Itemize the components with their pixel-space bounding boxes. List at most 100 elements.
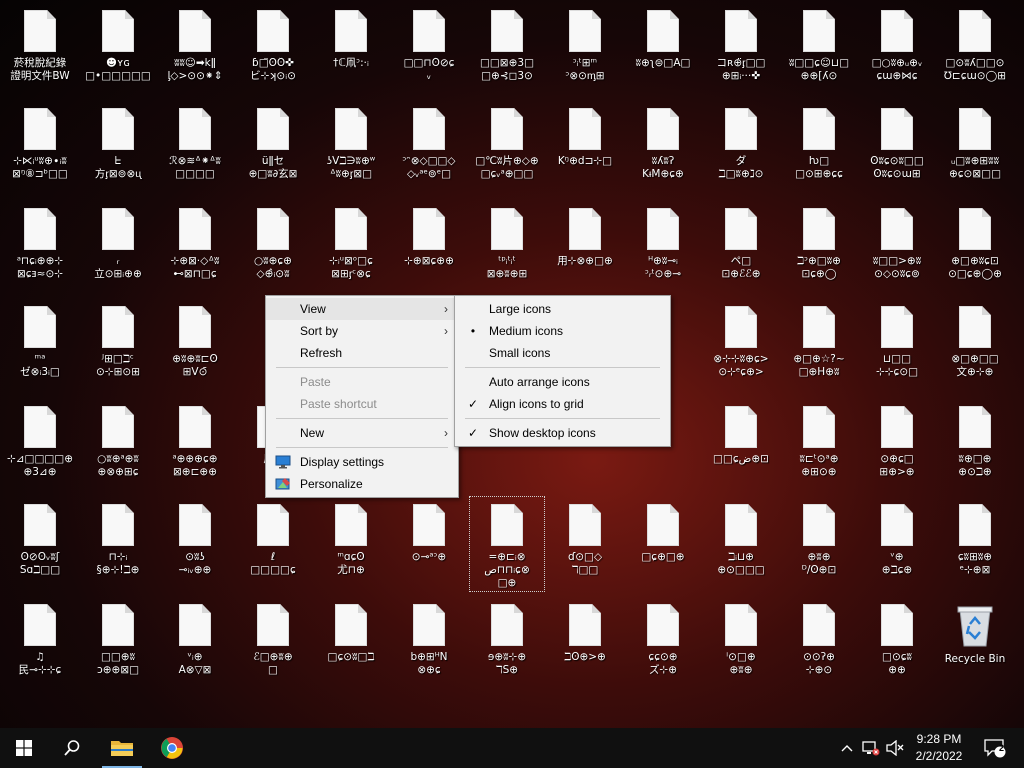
desktop-file-icon[interactable]: ᖶ 方ᶉ⊠⊚⊗ᶙ — [80, 100, 156, 196]
desktop-file-icon[interactable]: ⊹⊿□□□□⊕ ⊕3⊿⊕ — [2, 398, 78, 494]
desktop-file-icon[interactable]: ɕʬ⊞ʬ⊕ ᵉ⊹⊕⊠ — [937, 496, 1013, 592]
desktop-file-icon[interactable]: ⊕ʬ⊕ʬ⊏ʘ ⊞V⊙̄ — [157, 298, 233, 394]
desktop-file-icon[interactable]: ⁱ⊙□⊕ ⊕ʬ⊕ — [703, 596, 779, 692]
desktop-file-icon[interactable]: ᵛᵢ⊕ A⊗▽⊠ — [157, 596, 233, 692]
desktop-file-icon[interactable]: ᵐᵃ ゼ⊗ᵢ3ᵢ□ — [2, 298, 78, 394]
desktop-file-icon[interactable]: □⊙ɕʬ ⊕⊕ — [859, 596, 935, 692]
desktop-file-icon[interactable]: ʬ⊕□⊕ ⊕⊙ℶ⊕ — [937, 398, 1013, 494]
desktop-file-icon[interactable]: ○ʬ⊕ɕ⊕ ◇⊕̂ᵢ⊙ʬ — [235, 200, 311, 296]
desktop-file-icon[interactable]: ʘ⊘ʘᵥʬʃ Sɑℶ□□ — [2, 496, 78, 592]
desktop-file-icon[interactable]: ⊹⊕⊠ɕ⊕⊕ — [391, 200, 467, 296]
search-button[interactable] — [48, 728, 96, 768]
submenu-item-align-to-grid[interactable]: ✓ Align icons to grid — [455, 393, 670, 415]
desktop-file-icon[interactable]: ♫ 民⊸⊹⊹ɕ — [2, 596, 78, 692]
desktop-file-icon[interactable]: □ɕ⊙ʬ□ℶ — [313, 596, 389, 692]
menu-item-view[interactable]: View › — [266, 298, 458, 320]
desktop-file-icon[interactable]: ʬ⊕ʅ⊜□A□ — [625, 2, 701, 98]
desktop-file-icon[interactable]: ⊗□⊕□□ 文⊕⊹⊕ — [937, 298, 1013, 394]
desktop-file-icon[interactable]: ʬ□□>⊕ʬ ⊙◇⊙ʬɕ⊚ — [859, 200, 935, 296]
taskbar-clock[interactable]: 9:28 PM 2/2/2022 — [904, 731, 974, 765]
submenu-item-small-icons[interactable]: Small icons — [455, 342, 670, 364]
desktop-file-icon[interactable]: ⊹ᵢᵘ⊠ᵒ□ɕ ⊠⊞ᶉᶜ⊗ɕ — [313, 200, 389, 296]
desktop-file-icon[interactable]: ⊙⊸ᵃᵓ⊕ — [391, 496, 467, 592]
start-button[interactable] — [0, 728, 48, 768]
desktop-file-icon[interactable]: †ℂ凧ᵓ:⋅ᵢ — [313, 2, 389, 98]
desktop-file-icon[interactable]: 用⊹⊗⊕□⊕ — [547, 200, 623, 296]
desktop-file-icon[interactable]: Kᵑ⊕d⊐⊹□ — [547, 100, 623, 196]
recycle-bin-icon-item[interactable]: Recycle Bin — [937, 596, 1013, 692]
desktop-file-icon[interactable]: ⊙⊙ʔ⊕ ⊹⊕⊙ — [781, 596, 857, 692]
desktop-file-icon[interactable]: ᵤ□ʬ⊕⊞ʬʬ ⊕ɕ⊙⊠□□ — [937, 100, 1013, 196]
show-hidden-icons-button[interactable] — [836, 728, 858, 768]
desktop-file-icon[interactable]: ᵗᵖᵢᵗᵢᵗ ⊠⊕ʬ⊕⊞ — [469, 200, 545, 296]
network-button[interactable] — [860, 728, 882, 768]
desktop-file-icon[interactable]: ℶᵢ⊔⊕ ⊕⊙□□□ — [703, 496, 779, 592]
desktop-file-icon[interactable]: ƕ□ □⊙⊞⊕ɕɕ — [781, 100, 857, 196]
desktop-file-icon[interactable]: ɘ⊕ʬ⊹⊕ ℸS⊕ — [469, 596, 545, 692]
desktop-file-icon[interactable]: ⊔□□ ⊹⊹ɕ⊙□ — [859, 298, 935, 394]
desktop-file-icon[interactable]: ᵓᵔ⊗◇□□◇ ◇ᵥᵃᵉ⊚ᵉ□ — [391, 100, 467, 196]
desktop-file-icon[interactable]: ᵣ 立⊙⊞ᵢ⊕⊕ — [80, 200, 156, 296]
menu-item-personalize[interactable]: Personalize — [266, 473, 458, 495]
submenu-item-medium-icons[interactable]: • Medium icons — [455, 320, 670, 342]
desktop-file-icon[interactable]: ɗ⊙□◇ ℸ□□ — [547, 496, 623, 592]
desktop-file-icon[interactable]: ⊙⊕ɕ□ ⊞⊕>⊕ — [859, 398, 935, 494]
desktop-file-icon[interactable]: □□⊠⊕3□ □⊕⊰◻3⊙ — [469, 2, 545, 98]
desktop-file-icon[interactable]: ʬʬ☺➡kǁ ᶅ◇>⊙⊙⁕⇕ — [157, 2, 233, 98]
desktop-file-icon[interactable]: ᵃ⊕⊕⊕ɕ⊕ ⊠⊕⊏⊕⊕ — [157, 398, 233, 494]
desktop-file-icon[interactable]: □℃ʬ片⊕◇⊕ □ɕᵥᵃ⊕□□ — [469, 100, 545, 196]
desktop-file-icon[interactable]: ɕɕ⊙⊕ ズ⊹⊕ — [625, 596, 701, 692]
desktop-file-icon[interactable]: ɓ□̈ʘ̄ʘ̃✜ ビ⊹ʞ⊙ᵢ⊙ — [235, 2, 311, 98]
menu-item-display-settings[interactable]: Display settings — [266, 451, 458, 473]
taskbar-chrome[interactable] — [148, 728, 196, 768]
desktop-file-icon[interactable]: ᵃ⊓ɕᵢ⊕⊕⊹ ⊠ɕⱻ≈⊙⊹ — [2, 200, 78, 296]
desktop-file-icon[interactable]: ⊓⊹ᵢ §⊕⊹!ℶ⊕ — [80, 496, 156, 592]
desktop-file-icon[interactable]: ⊕ʬ⊕ ᴰ/ʘ⊕⊡ — [781, 496, 857, 592]
menu-item-sort-by[interactable]: Sort by › — [266, 320, 458, 342]
desktop-file-icon[interactable]: ○ʬ⊕ᵃ⊕ʬ ⊕⊗⊕⊞ɕ — [80, 398, 156, 494]
desktop-file-icon[interactable]: ℶᵓ⊕□ʬ⊕ ⊡ɕ⊕◯ — [781, 200, 857, 296]
desktop-file-icon[interactable]: ʬ□□ɕ☺⊔□ ⊕⊕[ʎ⊙ — [781, 2, 857, 98]
desktop-file-icon[interactable]: ᵐɑɕʘ 尤⊓⊕ — [313, 496, 389, 592]
desktop-file-icon[interactable]: ダ ℶ□ʬ⊕ℷ⊙ — [703, 100, 779, 196]
desktop-file-icon[interactable]: ℰ□⊕ʬ⊕ □ — [235, 596, 311, 692]
desktop-file-icon[interactable]: ⊕□⊕ʬɕ⊡ ⊙□ɕ⊕◯⊕ — [937, 200, 1013, 296]
menu-item-new[interactable]: New › — [266, 422, 458, 444]
desktop-file-icon[interactable]: =⊕⊏ᵢ⊗ ص⊓⊓ᵢɕ⊗ □⊕ — [469, 496, 545, 592]
desktop-file-icon[interactable]: ǖǁセ ⊕□ʬ∂玄⊠ — [235, 100, 311, 196]
desktop-file-icon[interactable]: ⊗⊹⊹ʬ⊕ɕ> ⊙⊹ᵉɕ⊕> — [703, 298, 779, 394]
desktop-file-icon[interactable]: □⊙ʬʎ□□⊙ ℧⊏ɕɯ⊙◯⊞ — [937, 2, 1013, 98]
submenu-item-large-icons[interactable]: Large icons — [455, 298, 670, 320]
submenu-item-auto-arrange[interactable]: Auto arrange icons — [455, 371, 670, 393]
submenu-item-show-desktop-icons[interactable]: ✓ Show desktop icons — [455, 422, 670, 444]
desktop-file-icon[interactable]: ᵛ⊕ ⊕ℶɕ⊕ — [859, 496, 935, 592]
desktop-file-icon[interactable]: ᴶ⊞□ℶᶜ ⊙⊹⊞⊙⊞ — [80, 298, 156, 394]
desktop-file-icon[interactable]: ʬʎʬʔ KᵼM⊕ɕ⊕ — [625, 100, 701, 196]
desktop-file-icon[interactable]: □□⊕ʬ ɔ⊕⊕⊠□ — [80, 596, 156, 692]
desktop-file-icon[interactable]: ⊕□⊕☆?~ □⊕H⊕ʬ — [781, 298, 857, 394]
desktop-file-icon[interactable]: b⊕⊞ᴴN ⊗⊕ɕ — [391, 596, 467, 692]
desktop-file-icon[interactable]: ʖVℶ∋ʬ⊕ʷ ᐞʬ⊕ᶉ⊠□ — [313, 100, 389, 196]
desktop-file-icon[interactable]: ℛ⊗≋ᐞ⁕ᐞʬ □□□□ — [157, 100, 233, 196]
desktop-file-icon[interactable]: コʀ⊕̈ᶉ□□ ⊕⊞ᵢ⋅⋅⋅✜ — [703, 2, 779, 98]
desktop-file-icon[interactable]: □ɕ⊕□⊕ — [625, 496, 701, 592]
desktop-file-icon[interactable]: ℶʘ⊕>⊕ — [547, 596, 623, 692]
desktop-file-icon[interactable]: □□⊓ʘ̆⊘ɕ ᵥ — [391, 2, 467, 98]
desktop-file-icon[interactable]: ʘʬɕ⊙ʬ□□ ʘʬɕ⊙ɯ⊞ — [859, 100, 935, 196]
desktop-file-icon[interactable]: ☻ʏɢ □•□□□□□ — [80, 2, 156, 98]
desktop-file-icon[interactable]: ⊹⋉ᵢᵘʬ⊕∙ᵢʬ ⊠ᵑ⑧⊐ᵇ□□ — [2, 100, 78, 196]
desktop-file-icon[interactable]: □□ɕض⊕⊡ — [703, 398, 779, 494]
taskbar-file-explorer[interactable] — [98, 728, 146, 768]
desktop-file-icon[interactable]: ʬ⊏ᵗ⊙ᵃ⊕ ⊕⊞⊙⊕ — [781, 398, 857, 494]
desktop-file-icon[interactable]: ペ□ ⊡⊕ℰℰ⊕ — [703, 200, 779, 296]
desktop-file-icon[interactable]: ⊹⊕⊠⋅◇ᐞʬ ⊷⊠⊓□ɕ — [157, 200, 233, 296]
action-center-button[interactable]: 2 — [980, 728, 1010, 768]
desktop-file-icon[interactable]: 菸稅脫紀錄 證明文件BW — [2, 2, 78, 98]
desktop-file-icon[interactable]: ᵓᵢᵗ⊞ᵐ ᵓ⊗⊙ᶆ⊞ — [547, 2, 623, 98]
desktop-file-icon[interactable]: ⊙ʬʖ ⊸ᵢᵥ⊕⊕ — [157, 496, 233, 592]
menu-item-refresh[interactable]: Refresh — [266, 342, 458, 364]
desktop-file-icon[interactable]: □○ʬ⊕ᵤ⊕ᵥ ɕɯ⊕⋈ɕ — [859, 2, 935, 98]
volume-button[interactable] — [884, 728, 906, 768]
desktop-file-icon[interactable]: ᴴ⊕ʬ⊸ᵢ ᵓᵣᵗ⊙⊕⊸ — [625, 200, 701, 296]
desktop-file-icon[interactable]: ℓ □□□□ɕ — [235, 496, 311, 592]
